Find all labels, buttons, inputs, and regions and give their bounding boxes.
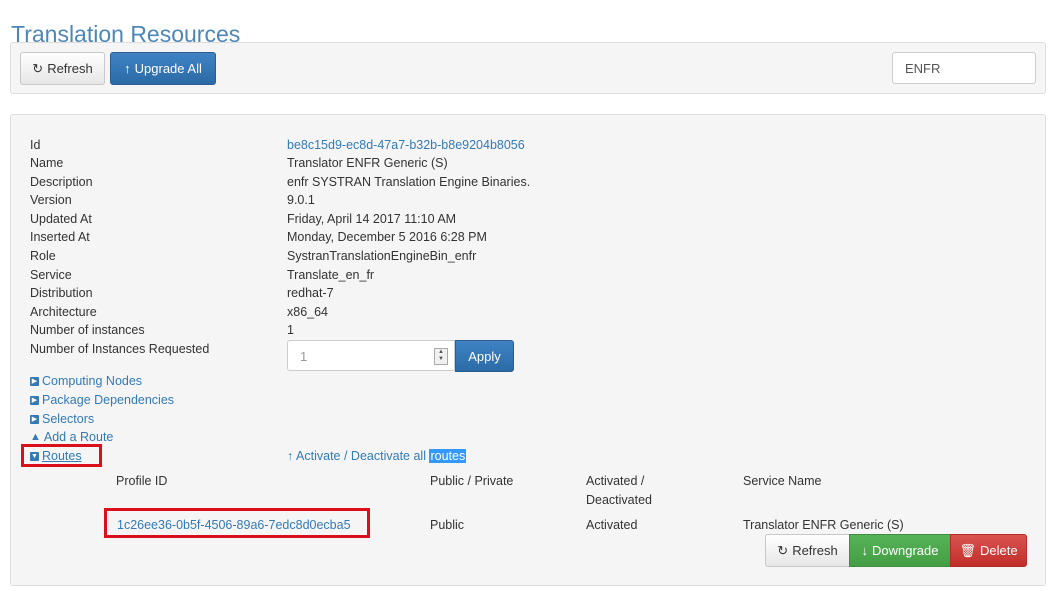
activate-deactivate-all[interactable]: ↑ Activate / Deactivate all routes [287,449,467,463]
route-service-name: Translator ENFR Generic (S) [743,518,904,532]
column-header-public-private: Public / Private [430,474,514,488]
arrow-up-icon: ↑ [287,449,294,463]
toolbar: ↻ Refresh ↑ Upgrade All [10,42,1046,94]
add-route-link[interactable]: Add a Route [44,430,114,444]
route-status: Activated [586,518,638,532]
computing-nodes-toggle[interactable]: ▶ Computing Nodes [30,374,142,388]
expand-icon: ▶ [30,414,39,424]
field-label-id: Id [30,138,41,152]
upgrade-all-button[interactable]: ↑ Upgrade All [110,52,216,85]
field-label-architecture: Architecture [30,305,97,319]
column-header-profile-id: Profile ID [116,474,168,488]
resource-id-link[interactable]: be8c15d9-ec8d-47a7-b32b-b8e9204b8056 [287,138,525,152]
computing-nodes-link[interactable]: Computing Nodes [42,374,142,388]
spinner-down-icon[interactable]: ▼ [435,356,447,363]
profile-id-highlight-box [104,508,370,538]
column-header-service-name: Service Name [743,474,822,488]
field-value-inserted-at: Monday, December 5 2016 6:28 PM [287,230,487,244]
field-label-inserted-at: Inserted At [30,230,90,244]
delete-button[interactable]: 🗑︎ Delete [950,534,1027,567]
field-label-service: Service [30,268,72,282]
field-value-description: enfr SYSTRAN Translation Engine Binaries… [287,175,531,189]
activate-deactivate-link[interactable]: Activate / Deactivate all [296,449,426,463]
field-value-name: Translator ENFR Generic (S) [287,156,448,170]
resource-details-panel: Id be8c15d9-ec8d-47a7-b32b-b8e9204b8056 … [10,114,1046,586]
field-value-role: SystranTranslationEngineBin_enfr [287,249,477,263]
spinner-up-icon[interactable]: ▲ [435,349,447,356]
field-value-version: 9.0.1 [287,193,315,207]
number-spinner[interactable]: ▲ ▼ [434,348,448,365]
column-header-activated-line1: Activated / [586,474,645,488]
arrow-up-icon: ↑ [124,61,131,76]
expand-icon: ▶ [30,395,39,405]
route-visibility: Public [430,518,465,532]
refresh-button[interactable]: ↻ Refresh [20,52,105,85]
arrow-down-icon: ↓ [861,543,869,558]
routes-highlight-box [21,444,102,467]
downgrade-button[interactable]: ↓ Downgrade [849,534,951,567]
field-label-version: Version [30,193,72,207]
routes-selected-text: routes [429,449,467,463]
field-label-distribution: Distribution [30,286,93,300]
field-label-role: Role [30,249,56,263]
trash-icon: 🗑︎ [959,542,976,558]
field-value-service: Translate_en_fr [287,268,375,282]
add-route-action[interactable]: ▲ Add a Route [30,430,113,444]
field-value-updated-at: Friday, April 14 2017 11:10 AM [287,212,457,226]
field-label-description: Description [30,175,93,189]
refresh-icon: ↻ [777,542,789,558]
field-label-instances-requested: Number of Instances Requested [30,342,210,356]
field-label-instances: Number of instances [30,323,145,337]
field-value-architecture: x86_64 [287,305,329,319]
field-label-updated-at: Updated At [30,212,92,226]
route-refresh-button[interactable]: ↻ Refresh [765,534,850,567]
refresh-icon: ↻ [32,60,44,76]
field-label-name: Name [30,156,64,170]
package-dependencies-toggle[interactable]: ▶ Package Dependencies [30,393,174,407]
instances-requested-input[interactable]: 1 ▲ ▼ [287,340,455,371]
selectors-toggle[interactable]: ▶ Selectors [30,412,94,426]
search-input[interactable] [892,52,1036,84]
field-value-distribution: redhat-7 [287,286,334,300]
package-dependencies-link[interactable]: Package Dependencies [42,393,174,407]
selectors-link[interactable]: Selectors [42,412,94,426]
field-value-instances: 1 [287,323,294,337]
apply-button[interactable]: Apply [455,340,514,372]
road-icon: ▲ [30,431,41,443]
column-header-activated-line2: Deactivated [586,493,653,507]
instances-requested-value: 1 [300,349,308,364]
expand-icon: ▶ [30,376,39,386]
